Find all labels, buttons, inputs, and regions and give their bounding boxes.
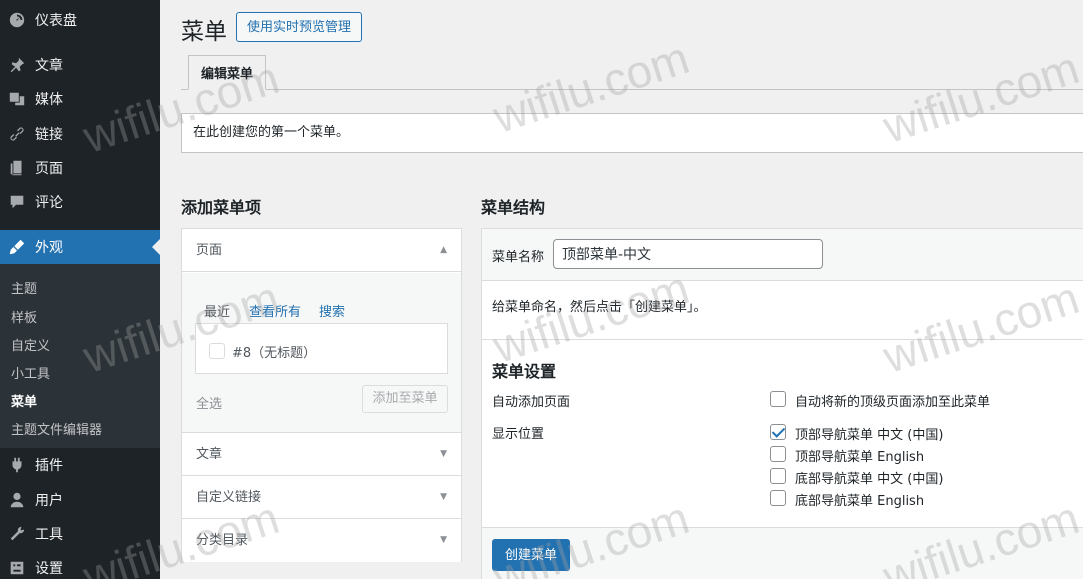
sidebar-item-label: 用户 <box>35 493 63 509</box>
submenu-item-menus[interactable]: 菜单 <box>11 391 37 410</box>
user-icon <box>7 490 27 510</box>
media-icon <box>7 89 27 109</box>
comment-icon <box>7 192 27 212</box>
sidebar-item-settings[interactable]: 设置 <box>0 551 160 579</box>
page-item-label: #8（无标题） <box>232 346 317 361</box>
sidebar-item-comments[interactable]: 评论 <box>0 185 160 219</box>
display-location-label: 显示位置 <box>492 427 545 442</box>
add-items-heading: 添加菜单项 <box>181 198 262 217</box>
notice-box: 在此创建您的第一个菜单。 <box>181 113 1083 153</box>
submenu-item-widgets[interactable]: 小工具 <box>11 363 50 382</box>
sidebar-item-label: 评论 <box>35 195 63 211</box>
menu-name-label: 菜单名称 <box>492 250 545 265</box>
accordion-title: 页面 <box>196 243 223 258</box>
sidebar-item-label: 媒体 <box>35 92 63 108</box>
location-label-top-zh: 顶部导航菜单 中文 (中国) <box>795 428 944 443</box>
submenu-item-theme-editor[interactable]: 主题文件编辑器 <box>11 419 102 438</box>
menu-structure-footer: 创建菜单 <box>482 527 1083 579</box>
accordion-posts-header[interactable]: 文章 ▼ <box>182 433 461 476</box>
sidebar-item-label: 仪表盘 <box>35 13 77 29</box>
menu-name-input[interactable] <box>553 239 823 269</box>
sidebar-item-pages[interactable]: 页面 <box>0 151 160 185</box>
tab-view-all[interactable]: 查看所有 <box>249 301 301 320</box>
plugin-icon <box>7 455 27 475</box>
live-preview-button[interactable]: 使用实时预览管理 <box>236 12 363 42</box>
sidebar-item-label: 插件 <box>35 458 63 474</box>
expand-arrow-icon: ▼ <box>440 492 447 502</box>
submenu-item-patterns[interactable]: 样板 <box>11 307 37 326</box>
expand-arrow-icon: ▼ <box>440 535 447 545</box>
tab-recent[interactable]: 最近 <box>204 301 230 320</box>
sidebar-item-plugins[interactable]: 插件 <box>0 448 160 482</box>
accordion-custom-links-header[interactable]: 自定义链接 ▼ <box>182 476 461 519</box>
menu-name-bar: 菜单名称 <box>482 229 1083 281</box>
dashboard-icon <box>7 10 27 30</box>
sidebar-item-label: 工具 <box>35 527 63 543</box>
add-to-menu-button[interactable]: 添加至菜单 <box>362 385 448 413</box>
auto-add-option-label: 自动将新的顶级页面添加至此菜单 <box>795 395 991 410</box>
accordion-title: 分类目录 <box>196 533 249 548</box>
add-items-accordion: 页面 ▲ 最近 查看所有 搜索 #8（无标题） 全选 添加至菜单 文章 ▼ 自定… <box>181 228 462 562</box>
auto-add-checkbox[interactable] <box>770 391 786 407</box>
sidebar-item-label: 文章 <box>35 58 63 74</box>
menu-hint-text: 给菜单命名，然后点击「创建菜单」。 <box>492 300 707 315</box>
tab-edit-menus[interactable]: 编辑菜单 <box>188 55 266 90</box>
sidebar-item-tools[interactable]: 工具 <box>0 517 160 551</box>
accordion-pages-header[interactable]: 页面 ▲ <box>182 229 461 272</box>
divider <box>482 339 1083 340</box>
location-label-bottom-en: 底部导航菜单 English <box>795 494 925 509</box>
sidebar-item-users[interactable]: 用户 <box>0 483 160 517</box>
appearance-icon <box>7 237 27 257</box>
auto-add-label: 自动添加页面 <box>492 395 571 410</box>
location-label-top-en: 顶部导航菜单 English <box>795 450 925 465</box>
sidebar-item-media[interactable]: 媒体 <box>0 82 160 116</box>
page-checkbox[interactable] <box>209 343 225 359</box>
submenu-item-themes[interactable]: 主题 <box>11 278 37 297</box>
settings-icon <box>7 558 27 578</box>
sidebar-item-label: 链接 <box>35 127 63 143</box>
accordion-categories-header[interactable]: 分类目录 ▼ <box>182 519 461 562</box>
sidebar-item-dashboard[interactable]: 仪表盘 <box>0 3 160 37</box>
location-checkbox-top-zh[interactable] <box>770 424 786 440</box>
submenu-item-customize[interactable]: 自定义 <box>11 335 50 354</box>
menu-structure-panel: 菜单名称 给菜单命名，然后点击「创建菜单」。 菜单设置 自动添加页面 自动将新的… <box>481 228 1083 579</box>
pages-list: #8（无标题） <box>195 323 448 374</box>
sidebar-item-links[interactable]: 链接 <box>0 117 160 151</box>
location-checkbox-bottom-en[interactable] <box>770 490 786 506</box>
page-title: 菜单 <box>181 19 227 45</box>
sidebar-item-posts[interactable]: 文章 <box>0 48 160 82</box>
tools-icon <box>7 524 27 544</box>
menu-structure-heading: 菜单结构 <box>481 198 546 217</box>
sidebar-item-label: 外观 <box>35 240 63 256</box>
menu-settings-title: 菜单设置 <box>492 362 557 381</box>
accordion-title: 文章 <box>196 447 223 462</box>
tab-search[interactable]: 搜索 <box>319 301 345 320</box>
select-all-link[interactable]: 全选 <box>196 393 222 412</box>
accordion-title: 自定义链接 <box>196 490 262 505</box>
tabs-divider <box>181 89 1083 90</box>
appearance-submenu: 主题 样板 自定义 小工具 菜单 主题文件编辑器 <box>0 264 160 448</box>
admin-sidebar: 仪表盘 文章 媒体 链接 页面 评论 外观 主题 样板 自定义 小工具 菜单 主… <box>0 0 160 579</box>
expand-arrow-icon: ▼ <box>440 449 447 459</box>
location-checkbox-top-en[interactable] <box>770 446 786 462</box>
sidebar-item-appearance[interactable]: 外观 <box>0 230 160 264</box>
link-icon <box>7 124 27 144</box>
collapse-arrow-icon: ▲ <box>440 245 447 255</box>
pages-panel: 最近 查看所有 搜索 #8（无标题） 全选 添加至菜单 <box>182 273 461 433</box>
sidebar-item-label: 设置 <box>35 561 63 577</box>
create-menu-button[interactable]: 创建菜单 <box>492 539 571 571</box>
sidebar-item-label: 页面 <box>35 161 63 177</box>
location-label-bottom-zh: 底部导航菜单 中文 (中国) <box>795 472 944 487</box>
pin-icon <box>7 55 27 75</box>
page-icon <box>7 158 27 178</box>
location-checkbox-bottom-zh[interactable] <box>770 468 786 484</box>
